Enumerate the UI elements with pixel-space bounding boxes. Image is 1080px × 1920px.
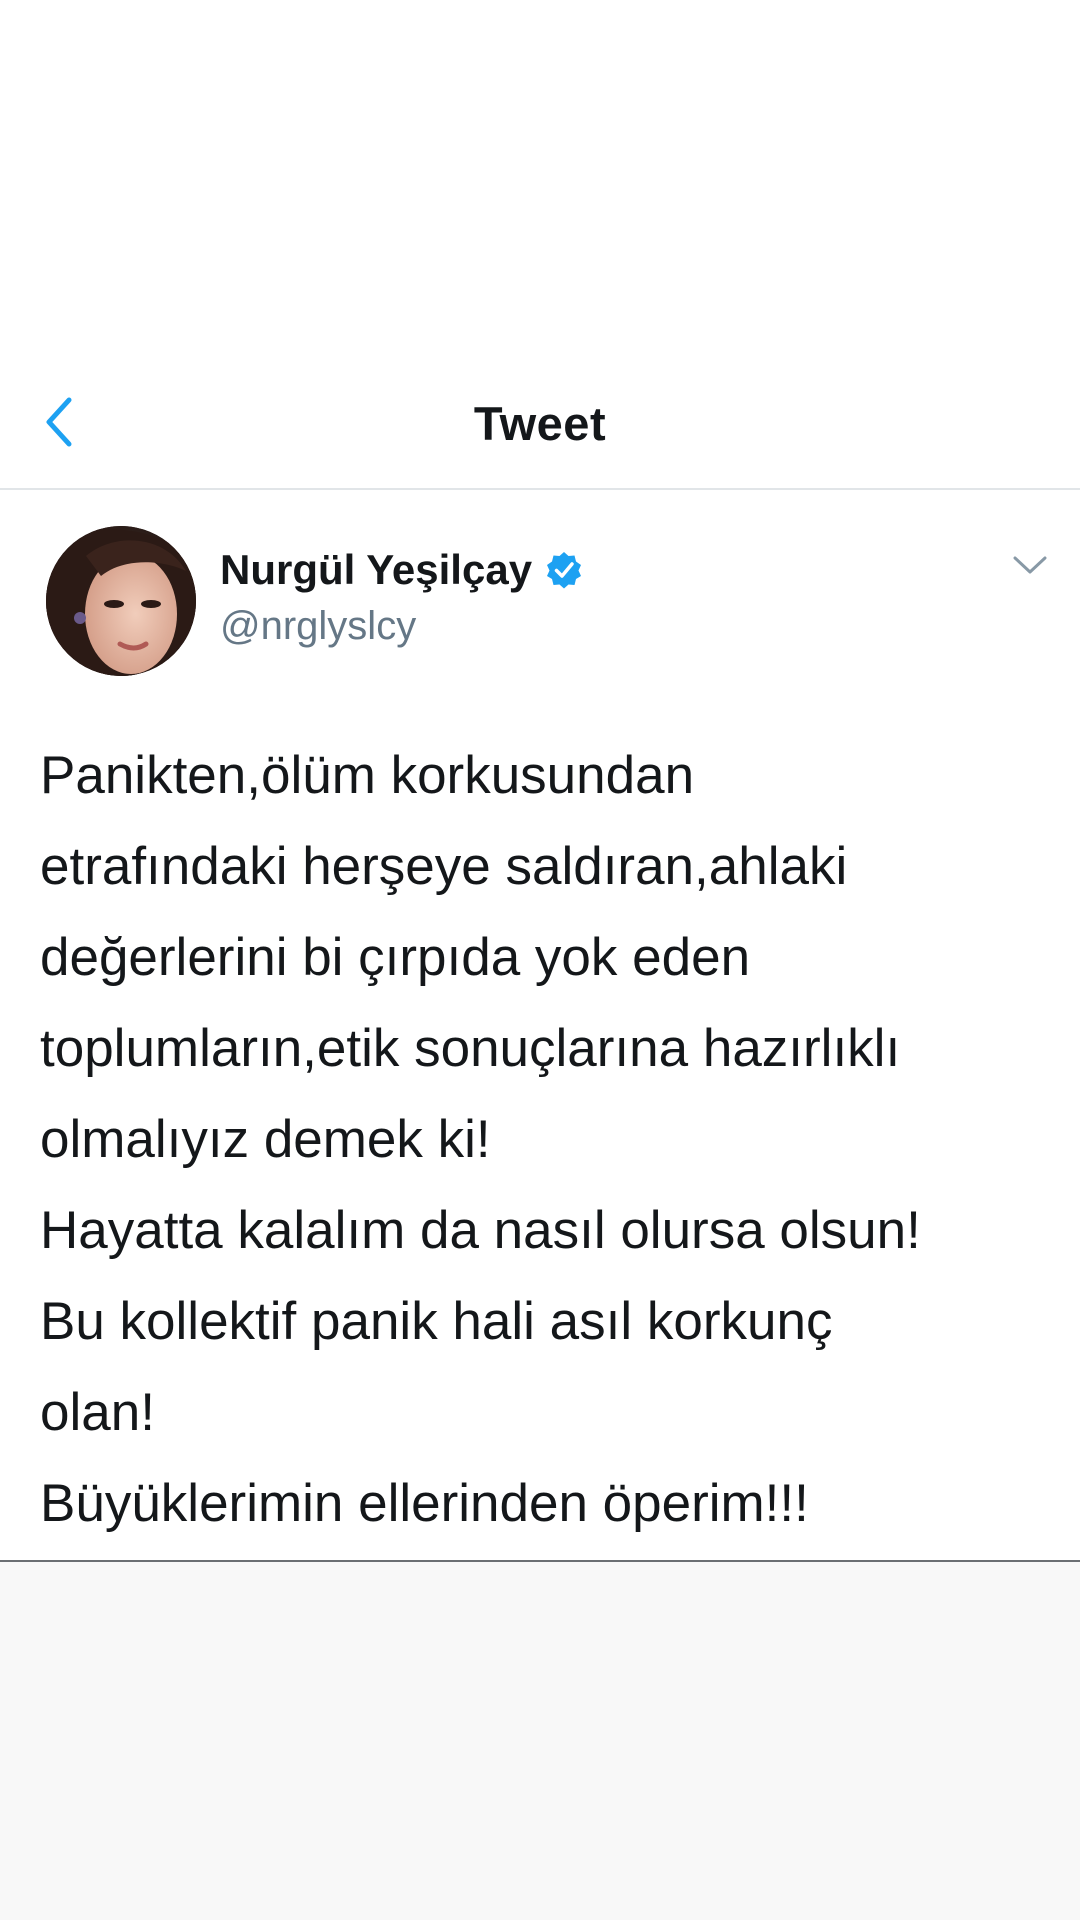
tweet-text-line: olan! xyxy=(40,1383,155,1442)
page-title: Tweet xyxy=(473,397,607,450)
tweet-text-line: değerlerini bi çırpıda yok eden xyxy=(40,928,751,987)
tweet-screen: Tweet Nurgül Yeşilçay @nrglyslcy Panikte… xyxy=(0,0,1080,1920)
navigation-bar: Tweet xyxy=(0,360,1080,490)
author-handle[interactable]: @nrglyslcy xyxy=(220,604,416,649)
tweet-text-line: olmalıyız demek ki! xyxy=(40,1110,491,1169)
tweet-text-line: toplumların,etik sonuçlarına hazırlıklı xyxy=(40,1019,901,1078)
tweet-text-line: Bu kollektif panik hali asıl korkunç xyxy=(40,1292,833,1351)
author-name[interactable]: Nurgül Yeşilçay xyxy=(220,546,532,594)
empty-footer-area xyxy=(0,1562,1080,1920)
tweet-text-line: Panikten,ölüm korkusundan xyxy=(40,746,695,805)
tweet-text: Panikten,ölüm korkusundan etrafındaki he… xyxy=(40,730,1050,1549)
tweet-text-line: Hayatta kalalım da nasıl olursa olsun! xyxy=(40,1201,921,1260)
chevron-down-icon xyxy=(1010,556,1050,584)
more-options-button[interactable] xyxy=(1010,552,1050,580)
tweet-card: Nurgül Yeşilçay @nrglyslcy Panikten,ölüm… xyxy=(0,490,1080,1562)
avatar[interactable] xyxy=(46,526,196,676)
tweet-text-line: etrafındaki herşeye saldıran,ahlaki xyxy=(40,837,848,896)
author-row: Nurgül Yeşilçay xyxy=(220,546,584,594)
tweet-text-line: Büyüklerimin ellerinden öperim!!! xyxy=(40,1474,809,1533)
verified-badge-icon xyxy=(544,550,584,590)
